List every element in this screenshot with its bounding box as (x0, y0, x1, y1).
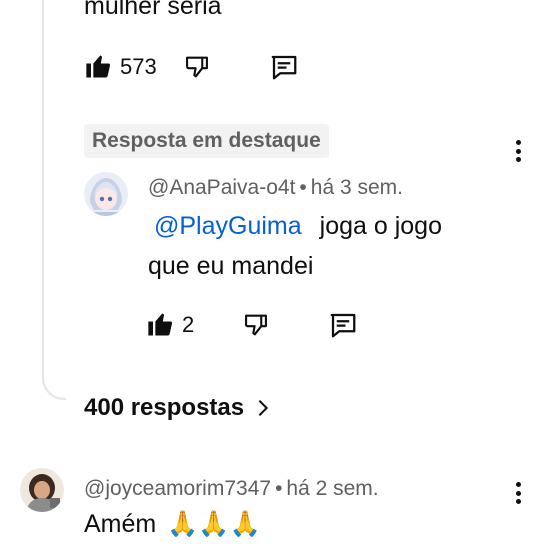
comment-meta: @joyceamorim7347 • há 2 sem. (84, 477, 379, 501)
separator: • (299, 176, 307, 199)
reply-button[interactable] (269, 52, 299, 82)
dislike-icon (245, 314, 268, 336)
reply-meta: @AnaPaiva-o4t • há 3 sem. (148, 176, 403, 200)
reply-button[interactable] (328, 310, 358, 340)
more-options-button[interactable] (506, 140, 530, 162)
thread-connector (42, 0, 66, 400)
comment-text-content: Amém (84, 510, 157, 538)
more-options-icon (515, 140, 521, 145)
avatar-image (84, 172, 128, 216)
more-options-icon (515, 482, 521, 487)
chevron-right-icon (258, 399, 269, 417)
separator: • (275, 477, 283, 500)
reply-icon (271, 55, 297, 80)
avatar[interactable] (84, 172, 128, 216)
dislike-button[interactable] (183, 53, 211, 81)
avatar-image (20, 468, 64, 512)
reply-text: @PlayGuima joga o jogo que eu mandei (148, 206, 488, 286)
like-button[interactable]: 2 (146, 311, 194, 339)
view-replies-button[interactable]: 400 respostas (84, 394, 274, 422)
dislike-button[interactable] (242, 311, 270, 339)
author-name[interactable]: @AnaPaiva-o4t (148, 176, 295, 199)
like-count: 573 (120, 54, 157, 79)
more-options-dot (515, 157, 521, 162)
like-icon (86, 55, 111, 78)
dislike-icon (185, 56, 208, 78)
author-name[interactable]: @joyceamorim7347 (84, 477, 271, 500)
mention-link[interactable]: @PlayGuima (154, 212, 302, 240)
reply-actions: 2 (146, 310, 358, 340)
more-options-dot (515, 490, 521, 496)
more-options-button[interactable] (506, 482, 530, 504)
comment-text: mulher seria (84, 0, 222, 20)
replies-count-label: 400 respostas (84, 394, 245, 421)
avatar[interactable] (20, 468, 64, 512)
comment-actions: 573 (84, 52, 299, 82)
like-count: 2 (182, 312, 195, 337)
more-options-dot (515, 148, 521, 154)
like-icon (148, 313, 173, 336)
more-options-dot (515, 499, 521, 504)
timestamp[interactable]: há 2 sem. (286, 477, 378, 500)
highlighted-reply-badge: Resposta em destaque (84, 124, 329, 158)
timestamp[interactable]: há 3 sem. (311, 176, 403, 199)
comment-text: Amém 🙏🙏🙏 (84, 504, 261, 544)
emoji-praying-hands: 🙏🙏🙏 (167, 509, 261, 538)
reply-icon (330, 313, 356, 338)
like-button[interactable]: 573 (84, 53, 157, 81)
